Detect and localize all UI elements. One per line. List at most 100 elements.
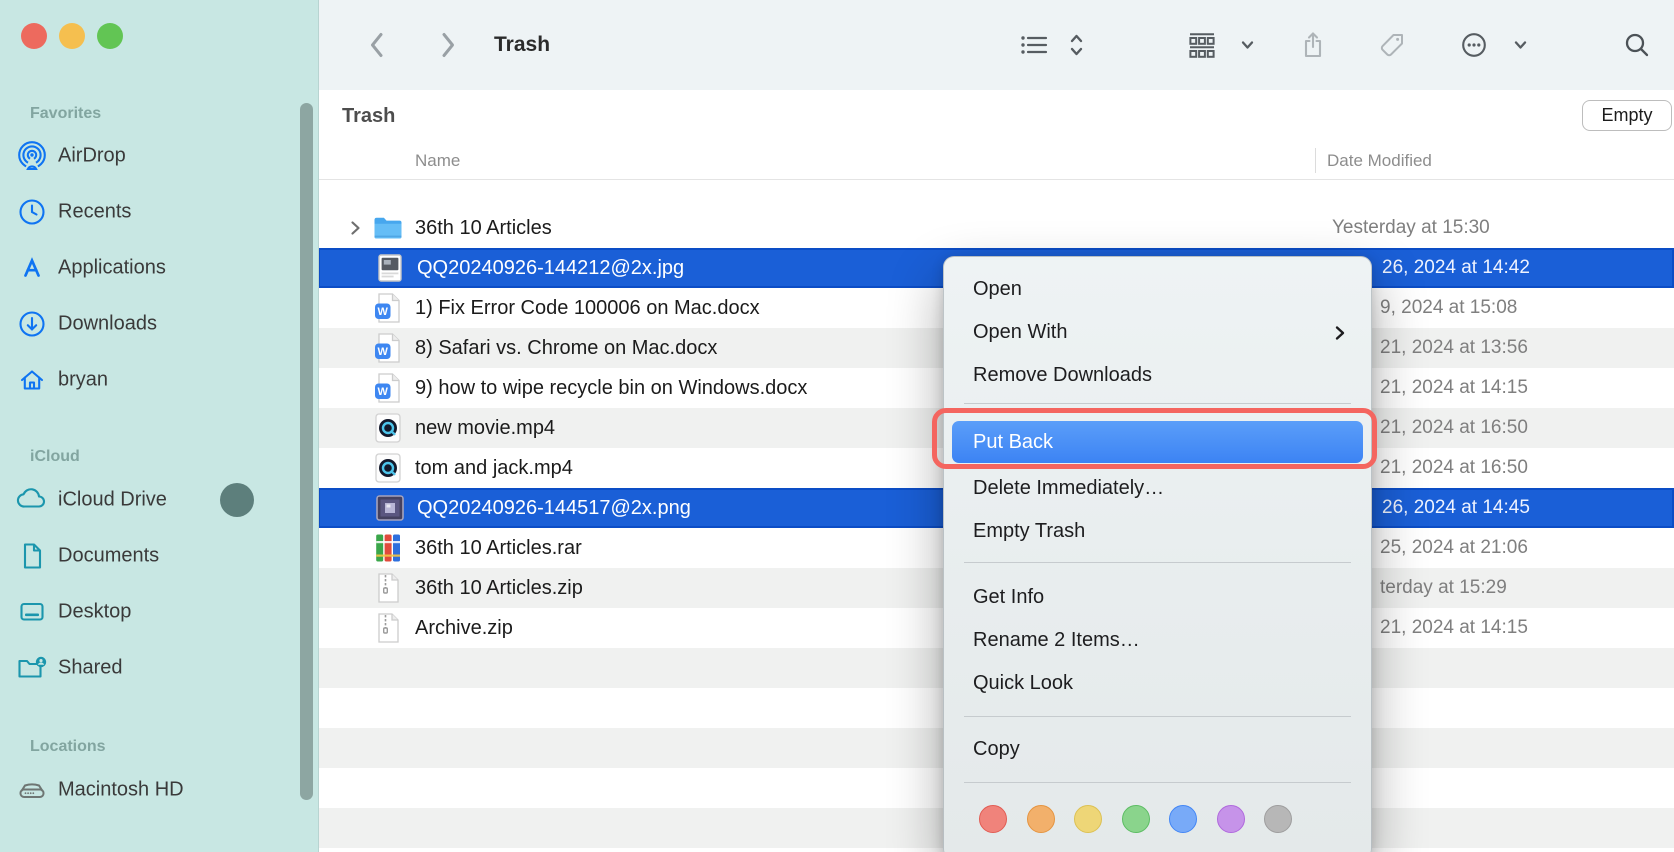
sidebar-item-shared[interactable]: Shared <box>0 640 318 696</box>
tag-orange[interactable] <box>1026 805 1055 833</box>
more-button[interactable] <box>1461 32 1487 58</box>
menu-item-remove-downloads[interactable]: Remove Downloads <box>944 354 1371 397</box>
menu-item-open[interactable]: Open <box>944 268 1371 311</box>
icloud-icon <box>16 485 48 515</box>
tag-red[interactable] <box>979 805 1007 833</box>
context-menu: Open Open With Remove Downloads Put Back Del… <box>943 256 1372 852</box>
column-header-name[interactable]: Name <box>415 142 460 179</box>
sidebar-item-label: bryan <box>58 368 109 391</box>
sidebar-item-label: Shared <box>58 656 123 679</box>
menu-separator <box>964 716 1351 717</box>
menu-item-label: Put Back <box>973 431 1054 453</box>
file-date: 9, 2024 at 15:08 <box>1380 297 1518 318</box>
menu-item-label: Open With <box>973 321 1068 343</box>
column-header-date-modified[interactable]: Date Modified <box>1327 142 1432 179</box>
sort-stack-button[interactable] <box>1069 32 1084 58</box>
tag-green[interactable] <box>1121 805 1150 833</box>
menu-item-open-with[interactable]: Open With <box>944 311 1371 354</box>
sidebar-scrollbar[interactable] <box>300 103 313 800</box>
downloads-icon <box>16 309 48 339</box>
file-date: terday at 15:29 <box>1380 577 1507 598</box>
archive-rar-icon <box>372 532 404 564</box>
shared-folder-icon <box>16 653 48 683</box>
back-button[interactable] <box>368 31 385 59</box>
chevron-down-icon[interactable] <box>1514 41 1527 50</box>
menu-item-put-back[interactable]: Put Back <box>952 421 1363 463</box>
sidebar-item-recents[interactable]: Recents <box>0 184 318 240</box>
group-view-button[interactable] <box>1188 32 1216 58</box>
menu-item-label: Get Info <box>973 586 1045 608</box>
sidebar-item-label: iCloud Drive <box>58 488 167 511</box>
sidebar-item-documents[interactable]: Documents <box>0 528 318 584</box>
file-date: 26, 2024 at 14:42 <box>1382 257 1530 278</box>
sidebar-item-label: Applications <box>58 256 166 279</box>
list-view-button[interactable] <box>1020 33 1048 57</box>
file-row[interactable]: 36th 10 Articles Yesterday at 15:30 <box>318 208 1674 248</box>
menu-item-quick-look[interactable]: Quick Look <box>944 662 1371 705</box>
toolbar: Trash <box>318 0 1674 91</box>
file-date: 26, 2024 at 14:45 <box>1382 497 1530 518</box>
airdrop-icon <box>16 141 48 171</box>
tag-blue[interactable] <box>1169 805 1197 833</box>
applications-icon <box>16 253 48 283</box>
file-name: Archive.zip <box>415 616 513 639</box>
menu-separator <box>964 403 1351 404</box>
sidebar-section-header: Locations <box>30 738 106 755</box>
tag-yellow[interactable] <box>1074 805 1102 833</box>
file-name: 1) Fix Error Code 100006 on Mac.docx <box>415 296 760 319</box>
share-button[interactable] <box>1301 31 1325 59</box>
forward-button[interactable] <box>440 31 457 59</box>
svg-text:W: W <box>378 386 389 398</box>
sidebar-item-airdrop[interactable]: AirDrop <box>0 128 318 184</box>
sidebar-section-favorites: Favorites AirDrop Recents Applications Downl… <box>0 100 318 408</box>
sidebar-item-applications[interactable]: Applications <box>0 240 318 296</box>
file-name: 36th 10 Articles <box>415 216 552 239</box>
file-name: tom and jack.mp4 <box>415 456 573 479</box>
search-button[interactable] <box>1624 32 1650 58</box>
traffic-light-close-button[interactable] <box>21 23 47 49</box>
file-date: 21, 2024 at 13:56 <box>1380 337 1528 358</box>
sidebar-item-macintosh-hd[interactable]: Macintosh HD <box>0 762 318 818</box>
disclosure-chevron-icon[interactable] <box>350 220 361 241</box>
submenu-arrow-icon <box>1335 325 1345 341</box>
menu-item-rename-2-items[interactable]: Rename 2 Items… <box>944 619 1371 662</box>
video-icon <box>372 452 404 484</box>
menu-separator <box>964 782 1351 783</box>
tag-button[interactable] <box>1379 32 1405 58</box>
sidebar-section-locations: Locations Macintosh HD <box>0 732 318 818</box>
image-png-icon <box>374 492 406 524</box>
sidebar-section-icloud: iCloud iCloud Drive Documents Desktop Shared <box>0 442 318 696</box>
sidebar: Favorites AirDrop Recents Applications Downl… <box>0 0 319 852</box>
sidebar-item-desktop[interactable]: Desktop <box>0 584 318 640</box>
sidebar-item-icloud-drive[interactable]: iCloud Drive <box>0 472 318 528</box>
chevron-down-icon[interactable] <box>1241 41 1254 50</box>
column-separator <box>1315 148 1316 173</box>
menu-item-empty-trash[interactable]: Empty Trash <box>944 510 1371 553</box>
hard-drive-icon <box>16 775 48 805</box>
svg-text:W: W <box>378 346 389 358</box>
sidebar-item-bryan[interactable]: bryan <box>0 352 318 408</box>
menu-item-label: Delete Immediately… <box>973 477 1165 499</box>
empty-trash-button[interactable]: Empty <box>1582 100 1672 131</box>
column-header-row: Name Date Modified <box>318 142 1674 180</box>
tag-gray[interactable] <box>1264 805 1292 833</box>
sidebar-item-label: AirDrop <box>58 144 126 167</box>
file-name: 8) Safari vs. Chrome on Mac.docx <box>415 336 718 359</box>
traffic-light-minimize-button[interactable] <box>59 23 85 49</box>
recents-icon <box>16 197 48 227</box>
file-date: 25, 2024 at 21:06 <box>1380 537 1528 558</box>
traffic-light-zoom-button[interactable] <box>97 23 123 49</box>
sidebar-item-downloads[interactable]: Downloads <box>0 296 318 352</box>
menu-item-copy[interactable]: Copy <box>944 728 1371 771</box>
file-name: 36th 10 Articles.zip <box>415 576 583 599</box>
tag-purple[interactable] <box>1216 805 1245 833</box>
file-name: QQ20240926-144517@2x.png <box>417 496 691 519</box>
menu-item-label: Copy <box>973 738 1020 760</box>
sidebar-item-label: Recents <box>58 200 132 223</box>
icloud-sync-badge <box>220 483 254 517</box>
menu-item-delete-immediately[interactable]: Delete Immediately… <box>944 467 1371 510</box>
menu-item-label: Empty Trash <box>973 520 1086 542</box>
sidebar-section-header: Favorites <box>30 105 102 122</box>
file-date: 21, 2024 at 14:15 <box>1380 377 1528 398</box>
menu-item-get-info[interactable]: Get Info <box>944 576 1371 619</box>
